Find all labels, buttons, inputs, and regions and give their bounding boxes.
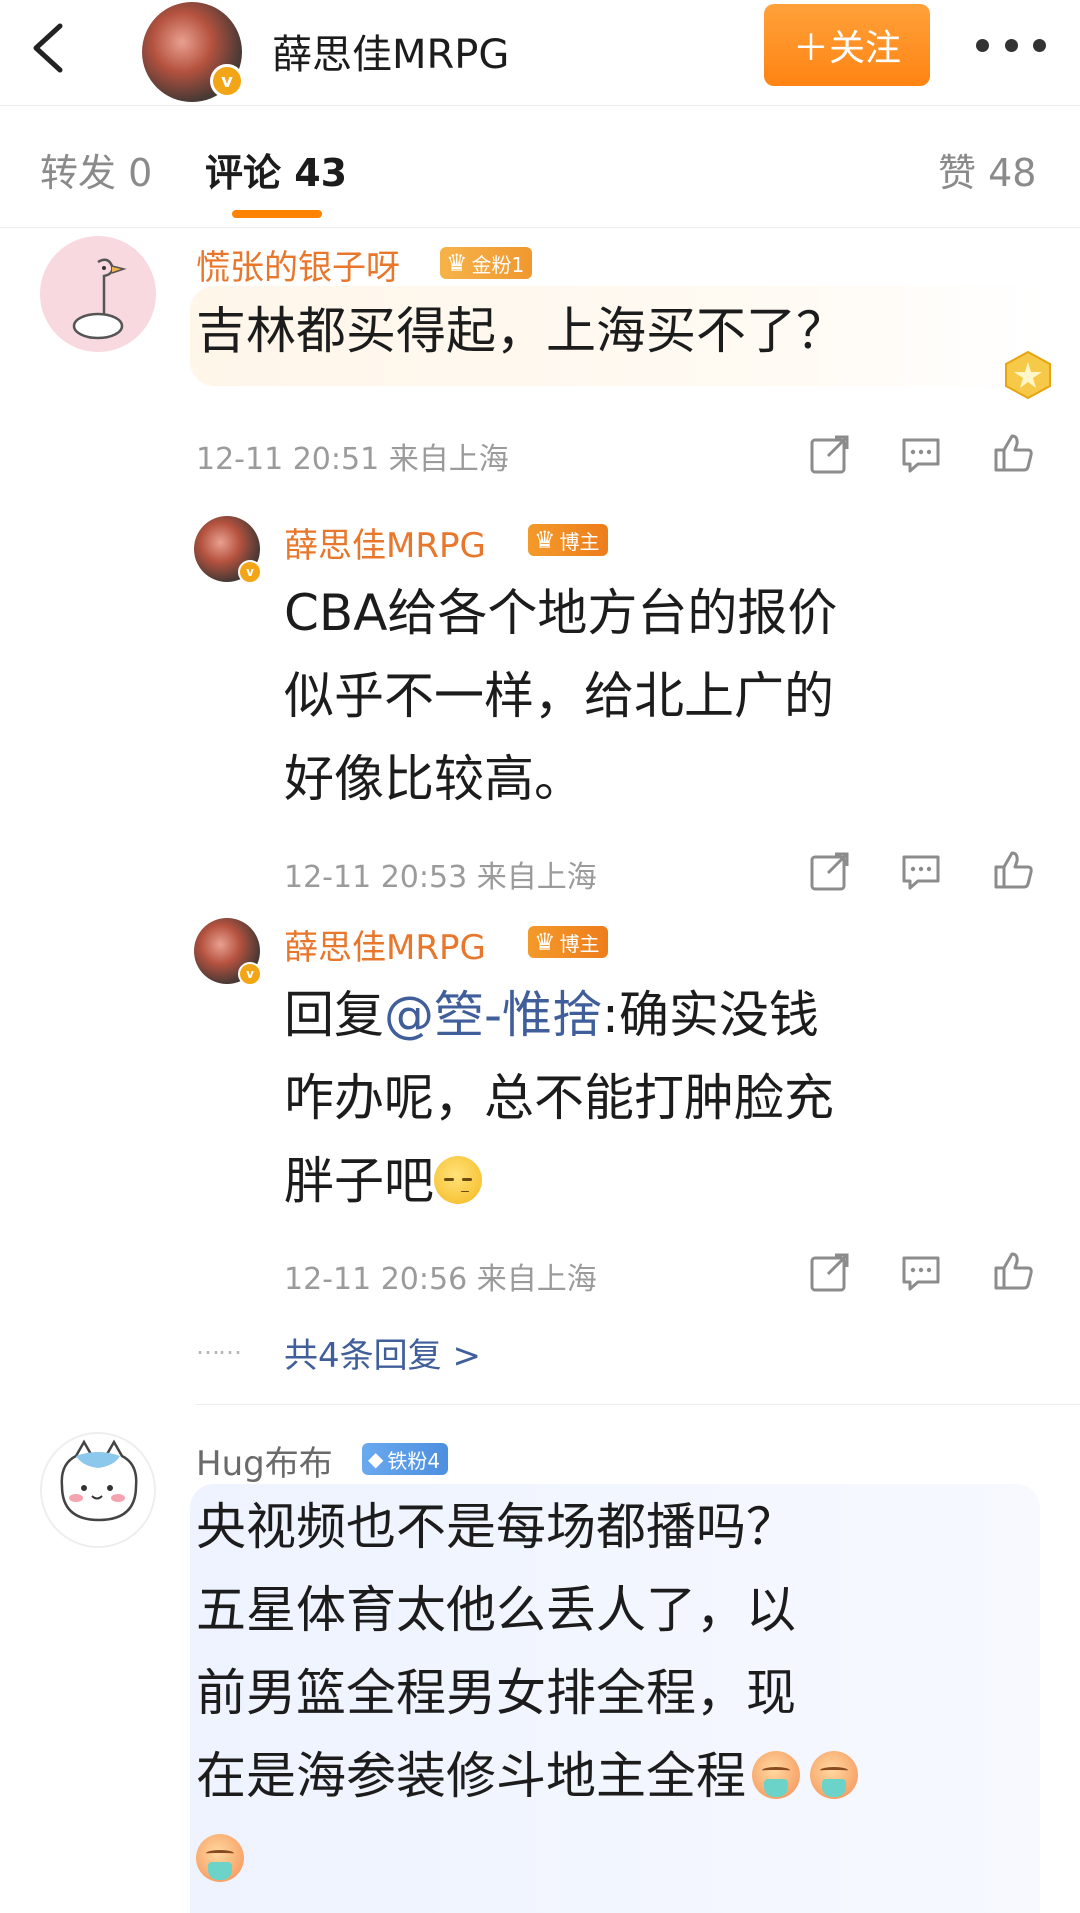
puke-emoji-icon xyxy=(196,1834,244,1882)
fan-badge-label: 铁粉4 xyxy=(387,1448,441,1473)
reply-text-line: CBA给各个地方台的报价 xyxy=(284,584,838,642)
fan-badge: ◆ 铁粉4 xyxy=(362,1443,449,1475)
tab-comments[interactable]: 评论 43 xyxy=(205,142,347,197)
like-button[interactable] xyxy=(992,432,1034,474)
author-name[interactable]: 薛思佳MRPG xyxy=(272,22,509,80)
crown-icon: ♛ xyxy=(446,249,468,277)
reply-button[interactable] xyxy=(900,1252,942,1294)
tab-likes[interactable]: 赞 48 xyxy=(938,142,1036,197)
follow-button[interactable]: ＋关注 xyxy=(764,4,930,86)
comment-text-segment: 在是海参装修斗地主全程 xyxy=(196,1747,746,1805)
reply-text-segment: :确实没钱 xyxy=(602,986,819,1044)
more-replies-dots: …… xyxy=(196,1332,242,1360)
verified-icon: v xyxy=(210,64,244,98)
commenter-avatar[interactable] xyxy=(40,236,156,352)
reply-text: CBA给各个地方台的报价 似乎不一样，给北上广的 好像比较高。 xyxy=(284,572,1024,821)
like-button[interactable] xyxy=(992,849,1034,891)
verified-icon: v xyxy=(238,962,262,986)
active-tab-indicator xyxy=(232,210,322,218)
crown-icon: ♛ xyxy=(534,526,556,554)
diamond-icon: ◆ xyxy=(368,1447,384,1471)
comment-divider xyxy=(196,1404,1080,1405)
author-badge-label: 博主 xyxy=(559,529,600,554)
comment-text: 央视频也不是每场都播吗？ 五星体育太他么丢人了，以 前男篮全程男女排全程，现 在… xyxy=(196,1486,1036,1901)
reply-text-segment: 胖子吧 xyxy=(284,1152,434,1210)
back-icon xyxy=(33,23,63,73)
comment-text-line: 五星体育太他么丢人了，以 xyxy=(196,1581,796,1639)
tab-reposts[interactable]: 转发 0 xyxy=(40,142,152,197)
reply-text-line: 回复@箜-惟捨:确实没钱 xyxy=(284,974,1044,1057)
reply-button[interactable] xyxy=(900,851,942,893)
like-button[interactable] xyxy=(992,1250,1034,1292)
gold-fan-decoration-icon xyxy=(1000,350,1056,400)
reply-text-line: 似乎不一样，给北上广的 xyxy=(284,667,834,725)
comment-text-line: 央视频也不是每场都播吗？ xyxy=(196,1498,796,1556)
share-button[interactable] xyxy=(808,434,850,476)
reply-button[interactable] xyxy=(900,434,942,476)
comment-time: 12-11 20:51 来自上海 xyxy=(196,442,509,477)
back-button[interactable] xyxy=(26,22,72,74)
like-icon xyxy=(994,1252,1033,1290)
fan-badge: ♛ 金粉1 xyxy=(440,247,533,279)
comment-icon xyxy=(902,855,940,890)
reply-text: 回复@箜-惟捨:确实没钱 咋办呢，总不能打肿脸充 胖子吧 xyxy=(284,974,1044,1223)
share-icon xyxy=(810,1253,849,1292)
share-button[interactable] xyxy=(808,1252,850,1294)
share-button[interactable] xyxy=(808,851,850,893)
author-badge-label: 博主 xyxy=(559,931,600,956)
like-icon xyxy=(994,434,1033,472)
reply-text-line: 胖子吧 xyxy=(284,1140,1044,1223)
reply-author-name[interactable]: 薛思佳MRPG xyxy=(284,518,486,567)
reply-prefix: 回复 xyxy=(284,986,384,1044)
goose-avatar-icon xyxy=(72,258,127,340)
puke-emoji-icon xyxy=(810,1751,858,1799)
more-replies-link[interactable]: 共4条回复 > xyxy=(284,1328,481,1377)
verified-icon: v xyxy=(238,560,262,584)
puke-emoji-icon xyxy=(752,1751,800,1799)
author-badge: ♛ 博主 xyxy=(528,926,608,958)
share-icon xyxy=(810,852,849,891)
mention-link[interactable]: @箜-惟捨 xyxy=(384,986,602,1044)
reply-time: 12-11 20:53 来自上海 xyxy=(284,860,597,895)
cat-avatar-icon xyxy=(60,1439,138,1522)
comment-icon xyxy=(902,438,940,473)
commenter-avatar[interactable] xyxy=(40,1432,156,1548)
author-badge: ♛ 博主 xyxy=(528,524,608,556)
reply-author-name[interactable]: 薛思佳MRPG xyxy=(284,920,486,969)
top-bar: v 薛思佳MRPG ＋关注 xyxy=(0,0,1080,106)
fan-badge-label: 金粉1 xyxy=(471,252,525,277)
comment-icon xyxy=(902,1256,940,1291)
tab-bar: 转发 0 评论 43 赞 48 xyxy=(0,106,1080,228)
crown-icon: ♛ xyxy=(534,928,556,956)
sleepy-emoji-icon xyxy=(434,1156,482,1204)
reply-time: 12-11 20:56 来自上海 xyxy=(284,1262,597,1297)
share-icon xyxy=(810,435,849,474)
comment-text: 吉林都买得起，上海买不了？ xyxy=(196,302,846,360)
more-icon[interactable] xyxy=(976,22,1046,68)
like-icon xyxy=(994,851,1033,889)
reply-text-line: 好像比较高。 xyxy=(284,750,584,808)
comment-text-line: 在是海参装修斗地主全程 xyxy=(196,1735,1036,1818)
commenter-name[interactable]: 慌张的银子呀 xyxy=(196,240,400,289)
comment-text-line xyxy=(196,1818,1036,1901)
reply-text-line: 咋办呢，总不能打肿脸充 xyxy=(284,1069,834,1127)
comment-text-line: 前男篮全程男女排全程，现 xyxy=(196,1664,796,1722)
commenter-name[interactable]: Hug布布 xyxy=(196,1436,333,1485)
